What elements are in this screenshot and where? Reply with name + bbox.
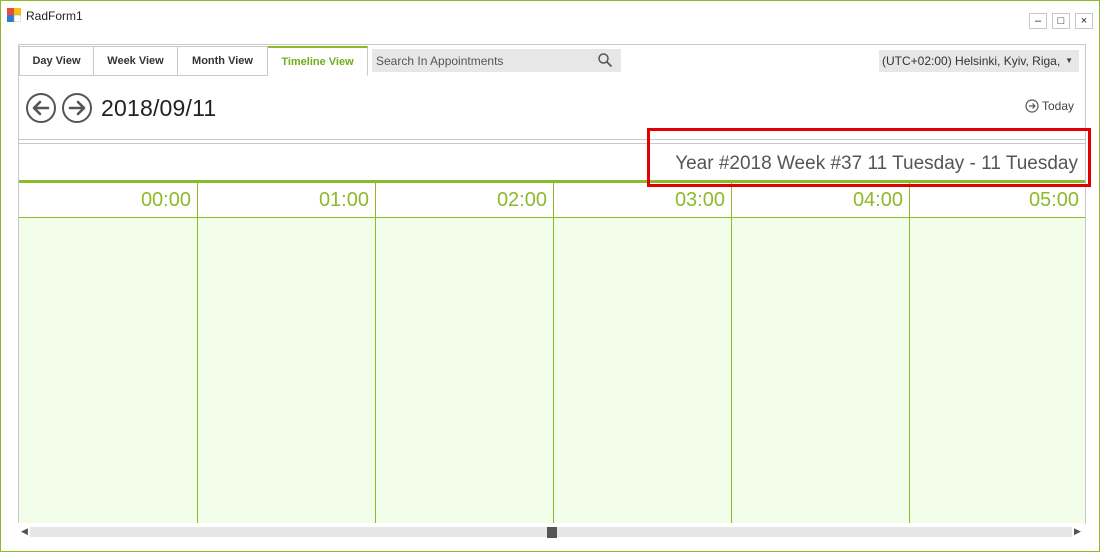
app-icon (7, 8, 21, 22)
highlight-annotation (647, 128, 1091, 187)
dropdown-arrow-icon: ▼ (1065, 56, 1073, 65)
tab-day-view[interactable]: Day View (19, 46, 94, 76)
next-arrow-icon[interactable] (61, 92, 93, 124)
tab-timeline-view[interactable]: Timeline View (268, 46, 368, 76)
today-arrow-icon (1025, 99, 1039, 113)
search-input[interactable] (376, 52, 591, 69)
hour-label: 01:00 (197, 183, 375, 217)
time-slot-cell[interactable] (197, 218, 375, 526)
tab-week-view[interactable]: Week View (94, 46, 178, 76)
view-tabs: Day View Week View Month View Timeline V… (19, 46, 368, 76)
hour-label: 03:00 (553, 183, 731, 217)
scheduler: Day View Week View Month View Timeline V… (18, 44, 1086, 526)
horizontal-scrollbar[interactable]: ◀ ▶ (18, 523, 1084, 541)
hour-label: 05:00 (909, 183, 1085, 217)
title-bar[interactable]: RadForm1 – □ × (1, 1, 1099, 35)
timezone-value: (UTC+02:00) Helsinki, Kyiv, Riga, (882, 54, 1061, 68)
maximize-button[interactable]: □ (1052, 13, 1070, 29)
previous-arrow-icon[interactable] (25, 92, 57, 124)
current-date: 2018/09/11 (101, 95, 217, 121)
time-slot-cell[interactable] (909, 218, 1085, 526)
timezone-dropdown[interactable]: (UTC+02:00) Helsinki, Kyiv, Riga, ▼ (879, 50, 1079, 72)
scheduler-toolbar: Day View Week View Month View Timeline V… (19, 45, 1085, 140)
tab-month-view[interactable]: Month View (178, 46, 268, 76)
time-slot-cell[interactable] (553, 218, 731, 526)
window-title: RadForm1 (26, 9, 83, 23)
hour-label: 02:00 (375, 183, 553, 217)
scroll-left-icon[interactable]: ◀ (21, 526, 28, 537)
today-button[interactable]: Today (1025, 99, 1074, 113)
main-window: RadForm1 – □ × Day View Week View Month … (0, 0, 1100, 552)
time-slot-cell[interactable] (19, 218, 197, 526)
time-slot-cell[interactable] (731, 218, 909, 526)
hour-label: 00:00 (140, 189, 191, 211)
search-icon[interactable] (597, 52, 613, 68)
timeline-cells (19, 218, 1085, 526)
search-box (372, 49, 621, 72)
close-button[interactable]: × (1075, 13, 1093, 29)
today-label: Today (1042, 99, 1075, 113)
time-slot-cell[interactable] (375, 218, 553, 526)
hour-label: 04:00 (731, 183, 909, 217)
minimize-button[interactable]: – (1029, 13, 1047, 29)
timeline-grid: 00:00 01:00 02:00 03:00 04:00 05:00 (19, 180, 1085, 526)
hour-header-row: 00:00 01:00 02:00 03:00 04:00 05:00 (19, 183, 1085, 218)
scrollbar-thumb[interactable] (547, 527, 557, 538)
scroll-right-icon[interactable]: ▶ (1074, 526, 1081, 537)
